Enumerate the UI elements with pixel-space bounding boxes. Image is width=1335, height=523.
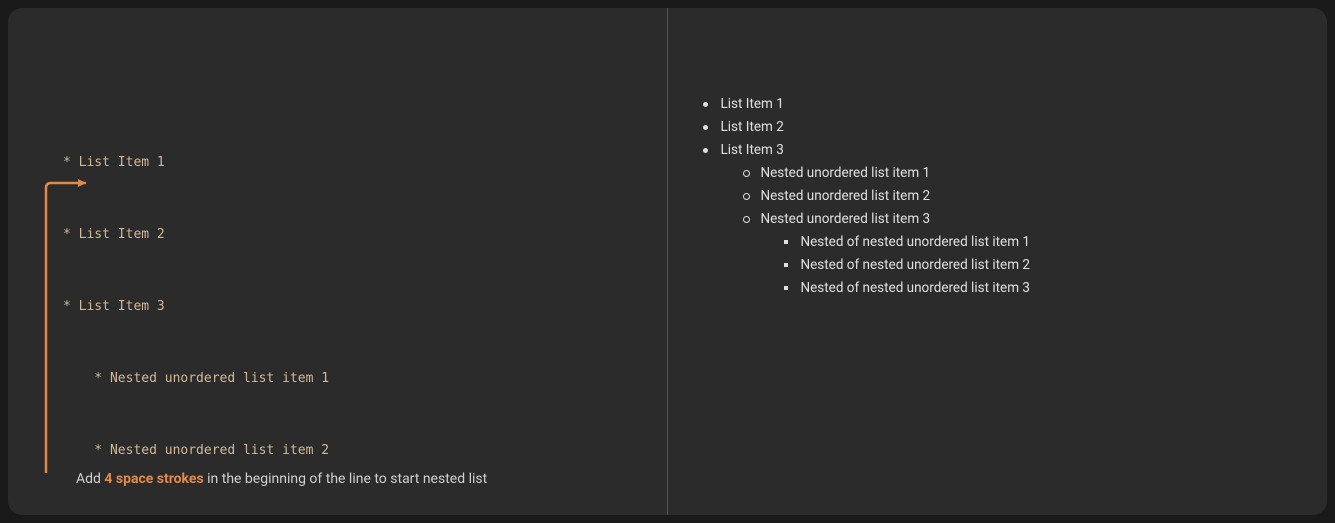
editor-preview-container: * List Item 1 * List Item 2 * List Item …	[8, 8, 1327, 515]
source-line: * Nested unordered list item 3	[63, 511, 632, 515]
source-line: * List Item 2	[63, 223, 632, 247]
source-line: * List Item 3	[63, 295, 632, 319]
list-level-3: Nested of nested unordered list item 1 N…	[761, 231, 1293, 300]
source-line: * Nested unordered list item 2	[63, 439, 632, 463]
list-item: Nested of nested unordered list item 3	[783, 277, 1293, 300]
markdown-source[interactable]: * List Item 1 * List Item 2 * List Item …	[63, 103, 632, 515]
list-level-1: List Item 1 List Item 2 List Item 3 Nest…	[703, 93, 1293, 300]
list-item: Nested unordered list item 3 Nested of n…	[743, 208, 1293, 300]
list-item: List Item 3 Nested unordered list item 1…	[703, 139, 1293, 300]
list-item: Nested of nested unordered list item 1	[783, 231, 1293, 254]
hint-suffix: in the beginning of the line to start ne…	[204, 471, 488, 487]
source-line: * List Item 1	[63, 151, 632, 175]
list-item: List Item 1	[703, 93, 1293, 116]
list-item: Nested unordered list item 2	[743, 185, 1293, 208]
source-line: * Nested unordered list item 1	[63, 367, 632, 391]
list-item: Nested unordered list item 1	[743, 162, 1293, 185]
rendered-markdown: List Item 1 List Item 2 List Item 3 Nest…	[703, 93, 1293, 300]
hint-prefix: Add	[76, 471, 104, 487]
source-editor-pane[interactable]: * List Item 1 * List Item 2 * List Item …	[8, 8, 668, 515]
hint-highlight: 4 space strokes	[104, 471, 203, 487]
list-item: Nested of nested unordered list item 2	[783, 254, 1293, 277]
list-item: List Item 2	[703, 116, 1293, 139]
rendered-preview-pane: List Item 1 List Item 2 List Item 3 Nest…	[668, 8, 1328, 515]
editor-hint-annotation: Add 4 space strokes in the beginning of …	[76, 471, 487, 487]
list-level-2: Nested unordered list item 1 Nested unor…	[721, 162, 1293, 300]
